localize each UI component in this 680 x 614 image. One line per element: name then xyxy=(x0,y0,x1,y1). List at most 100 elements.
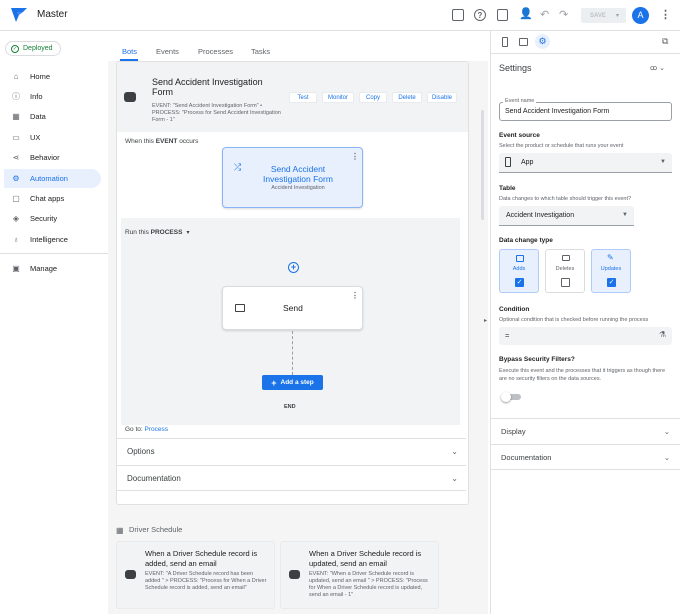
deletes-checkbox[interactable] xyxy=(561,278,570,287)
phone-icon[interactable] xyxy=(502,37,508,47)
sidebar-item-data[interactable]: ▦ Data xyxy=(4,107,101,126)
add-circle-icon[interactable]: + xyxy=(288,262,299,273)
open-external-icon[interactable]: ⧉ xyxy=(662,36,668,47)
driver-schedule-heading: Driver Schedule xyxy=(129,525,183,534)
change-type-adds[interactable]: Adds ✓ xyxy=(499,249,539,293)
event-prefix: When this xyxy=(125,138,156,145)
dropdown-icon: ▼ xyxy=(622,212,628,218)
mail-icon xyxy=(235,304,245,312)
sidebar-item-chat-apps[interactable]: ▢ Chat apps xyxy=(4,189,101,208)
delete-button[interactable]: Delete xyxy=(392,92,422,103)
info-icon: ⓘ xyxy=(12,92,20,101)
top-bar: Master ? 👤 ↶ ↷ SAVE ▾ A ⋮ xyxy=(0,0,680,31)
sidebar-item-ux[interactable]: ▭ UX xyxy=(4,128,101,147)
flask-icon[interactable]: ⚗ xyxy=(659,330,666,339)
process-word: PROCESS xyxy=(150,229,183,236)
table-select[interactable]: Accident Investigation ▼ xyxy=(499,206,634,226)
sidebar-item-label: Automation xyxy=(30,174,68,183)
send-node-label: Send xyxy=(283,303,303,313)
change-type-deletes[interactable]: Deletes xyxy=(545,249,585,293)
event-source-select[interactable]: App ▼ xyxy=(499,153,672,173)
goto-prefix: Go to: xyxy=(125,426,145,433)
undo-icon[interactable]: ↶ xyxy=(540,8,549,21)
sidebar-item-label: Behavior xyxy=(30,153,60,162)
sidebar-item-automation[interactable]: ⚙ Automation xyxy=(4,169,101,188)
sidebar-item-label: Info xyxy=(30,92,43,101)
send-node[interactable]: Send ⋮ xyxy=(222,286,363,330)
adds-label: Adds xyxy=(512,266,526,272)
robot-icon xyxy=(289,570,300,579)
sidebar-item-security[interactable]: ◈ Security xyxy=(4,209,101,228)
monitor-button[interactable]: Monitor xyxy=(322,92,354,103)
bypass-toggle[interactable] xyxy=(501,392,521,402)
save-button[interactable]: SAVE ▾ xyxy=(581,8,626,23)
event-name-field[interactable]: Send Accident Investigation Form xyxy=(499,102,672,121)
toggle-knob xyxy=(501,392,511,402)
goto-process-link[interactable]: Process xyxy=(145,426,168,433)
table-view-icon[interactable] xyxy=(452,9,464,21)
help-icon[interactable]: ? xyxy=(474,9,486,21)
test-button[interactable]: Test xyxy=(289,92,317,103)
avatar[interactable]: A xyxy=(632,7,649,24)
sidebar-item-behavior[interactable]: ⋖ Behavior xyxy=(4,148,101,167)
add-step-button[interactable]: + Add a step xyxy=(262,375,323,390)
condition-value: = xyxy=(505,331,510,340)
tab-events[interactable]: Events xyxy=(156,47,179,56)
tab-bots[interactable]: Bots xyxy=(122,47,137,56)
save-dropdown-icon[interactable]: ▾ xyxy=(616,12,619,19)
change-type-updates[interactable]: ✎ Updates ✓ xyxy=(591,249,631,293)
settings-gear-icon[interactable]: ⚙ xyxy=(535,34,550,49)
sidebar-item-label: Chat apps xyxy=(30,194,65,203)
display-section[interactable]: Display ⌄ xyxy=(491,418,680,444)
options-section[interactable]: Options ⌄ xyxy=(117,438,466,464)
process-prefix: Run this xyxy=(125,229,151,236)
sidebar-item-manage[interactable]: ▣ Manage xyxy=(4,259,101,278)
event-word: EVENT xyxy=(155,138,178,145)
bypass-desc: Execute this event and the processes tha… xyxy=(499,368,666,382)
event-source-value: App xyxy=(521,159,534,166)
driver-card-desc: EVENT: "A Driver Schedule record has bee… xyxy=(145,571,267,591)
sidebar-item-label: Manage xyxy=(30,264,58,273)
copy-button[interactable]: Copy xyxy=(359,92,387,103)
condition-input[interactable]: = ⚗ xyxy=(499,327,672,345)
tab-processes[interactable]: Processes xyxy=(198,47,233,56)
sidebar-divider xyxy=(0,253,108,254)
event-name-label: Event name xyxy=(503,98,537,104)
options-label: Options xyxy=(127,447,155,456)
chevron-down-icon: ⌄ xyxy=(663,427,670,436)
event-node-menu-icon[interactable]: ⋮ xyxy=(351,152,359,161)
shield-icon: ◈ xyxy=(12,214,20,223)
send-node-menu-icon[interactable]: ⋮ xyxy=(351,291,359,300)
documentation-section[interactable]: Documentation ⌄ xyxy=(117,465,466,491)
ai-toggle-icon[interactable]: ꝏ ⌄ xyxy=(650,64,665,72)
adds-checkbox[interactable]: ✓ xyxy=(515,278,524,287)
appsheet-logo[interactable] xyxy=(11,8,27,22)
redo-icon[interactable]: ↷ xyxy=(559,8,568,21)
table-label: Table xyxy=(499,185,516,192)
grid-icon: ▣ xyxy=(12,264,20,273)
driver-card-added[interactable]: When a Driver Schedule record is added, … xyxy=(116,541,275,609)
deletes-icon xyxy=(562,255,570,261)
sidebar-item-info[interactable]: ⓘ Info xyxy=(4,87,101,106)
tab-tasks[interactable]: Tasks xyxy=(251,47,270,56)
more-vert-icon[interactable]: ⋮ xyxy=(660,8,671,21)
disable-button[interactable]: Disable xyxy=(427,92,457,103)
data-icon: ▦ xyxy=(12,112,20,121)
save-button-label: SAVE xyxy=(590,12,606,19)
tablet-icon[interactable] xyxy=(519,38,528,46)
sidebar-item-home[interactable]: ⌂ Home xyxy=(4,67,101,86)
copy-app-icon[interactable] xyxy=(497,9,508,21)
event-node[interactable]: ⤮ ⋮ Send Accident Investigation Form Acc… xyxy=(222,147,363,208)
updates-checkbox[interactable]: ✓ xyxy=(607,278,616,287)
sidebar-item-intelligence[interactable]: ♁ Intelligence xyxy=(4,230,101,249)
share-icon[interactable]: 👤 xyxy=(519,7,533,20)
robot-icon xyxy=(125,570,136,579)
chevron-down-icon: ⌄ xyxy=(451,473,458,483)
condition-label: Condition xyxy=(499,306,530,313)
collapse-arrow-icon[interactable]: ▸ xyxy=(484,317,487,324)
panel-documentation-section[interactable]: Documentation ⌄ xyxy=(491,444,680,470)
driver-card-updated[interactable]: When a Driver Schedule record is updated… xyxy=(280,541,439,609)
deployed-badge[interactable]: ✓ Deployed xyxy=(5,41,61,56)
scrollbar[interactable] xyxy=(481,110,484,220)
process-heading[interactable]: Run this PROCESS ▾ xyxy=(125,229,189,236)
